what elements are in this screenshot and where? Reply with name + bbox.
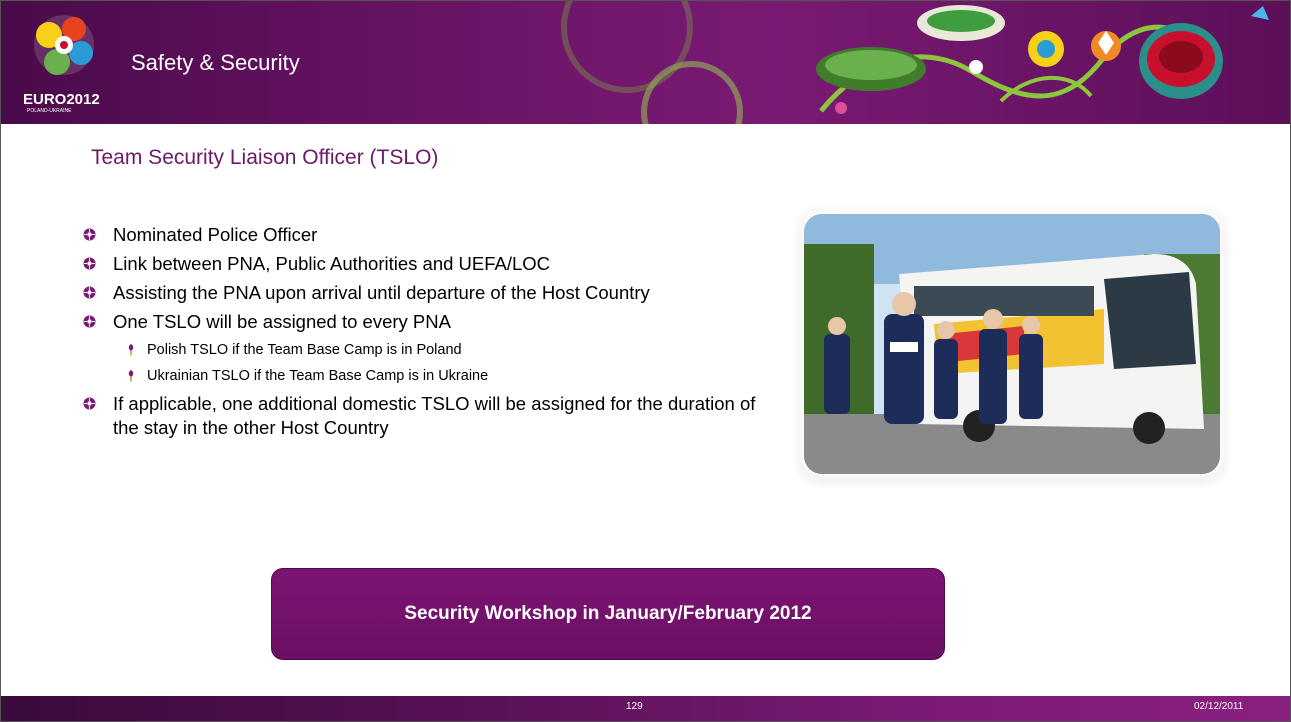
sub-bullet-text: Ukrainian TSLO if the Team Base Camp is …: [147, 368, 489, 384]
football-bullet-icon: [83, 286, 96, 299]
sub-bullet-item: Ukrainian TSLO if the Team Base Camp is …: [113, 366, 773, 386]
football-bullet-icon: [83, 397, 96, 410]
team-bus-police-photo: [804, 214, 1220, 474]
bullet-text: Nominated Police Officer: [113, 224, 318, 245]
slide-subtitle: Team Security Liaison Officer (TSLO): [91, 146, 439, 169]
bullet-text: One TSLO will be assigned to every PNA: [113, 311, 451, 332]
footer-bar: [1, 696, 1290, 721]
slide: EURO2012 POLAND-UKRAINE Safety & Securit…: [0, 0, 1291, 722]
header-banner: EURO2012 POLAND-UKRAINE Safety & Securit…: [1, 1, 1290, 124]
workshop-callout-box: Security Workshop in January/February 20…: [271, 568, 945, 660]
football-bullet-icon: [83, 228, 96, 241]
flower-bullet-icon: [128, 344, 134, 356]
bullet-item: Link between PNA, Public Authorities and…: [83, 252, 773, 276]
bullet-item: Nominated Police Officer: [83, 223, 773, 247]
workshop-callout-text: Security Workshop in January/February 20…: [404, 603, 812, 624]
logo-subtitle: POLAND-UKRAINE: [27, 108, 72, 114]
flower-bullet-icon: [128, 370, 134, 382]
footer-date: 02/12/2011: [1194, 701, 1244, 712]
stadium-flowers-decoration: [816, 5, 1269, 114]
page-number: 129: [626, 701, 643, 712]
sub-bullet-list: Polish TSLO if the Team Base Camp is in …: [113, 340, 773, 386]
sub-bullet-text: Polish TSLO if the Team Base Camp is in …: [147, 342, 462, 358]
logo-wordmark: EURO2012: [23, 91, 100, 108]
bullet-text: Link between PNA, Public Authorities and…: [113, 253, 551, 274]
bullet-item: If applicable, one additional domestic T…: [83, 392, 773, 440]
football-bullet-icon: [83, 257, 96, 270]
bullet-text: If applicable, one additional domestic T…: [113, 393, 756, 438]
bullet-text: Assisting the PNA upon arrival until dep…: [113, 282, 650, 303]
bullet-list: Nominated Police Officer Link between PN…: [83, 223, 773, 445]
football-bullet-icon: [83, 315, 96, 328]
bullet-item: Assisting the PNA upon arrival until dep…: [83, 281, 773, 305]
sub-bullet-item: Polish TSLO if the Team Base Camp is in …: [113, 340, 773, 360]
header-title: Safety & Security: [131, 50, 300, 75]
bullet-item: One TSLO will be assigned to every PNA P…: [83, 310, 773, 386]
